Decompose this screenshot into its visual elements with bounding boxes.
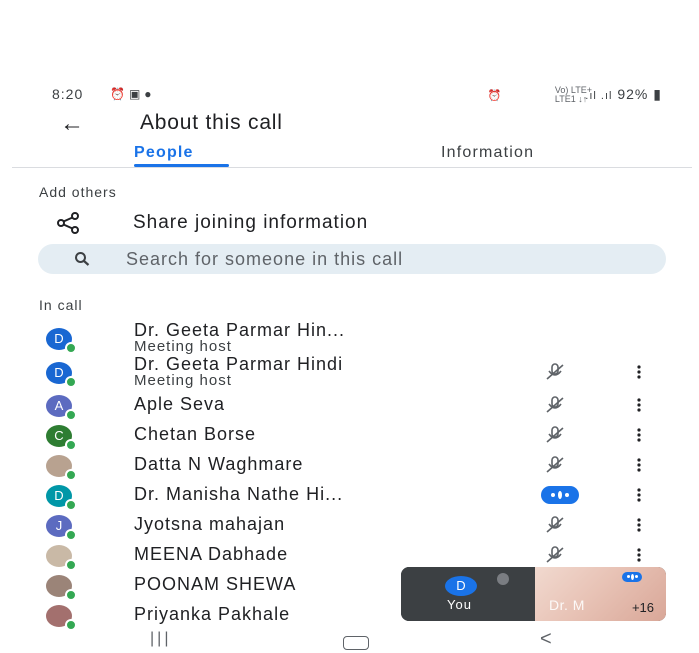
more-options-icon[interactable] — [636, 397, 642, 413]
mic-off-icon — [546, 516, 564, 533]
share-joining-info-button[interactable]: Share joining information — [133, 212, 368, 234]
online-indicator — [65, 376, 77, 388]
participant-row[interactable]: J Jyotsna mahajan — [0, 512, 699, 542]
page-title: About this call — [140, 111, 283, 134]
status-notification-icons: ⏰▣● — [110, 87, 156, 101]
online-indicator — [65, 342, 77, 354]
battery-level: 92% — [617, 86, 649, 102]
avatar — [46, 545, 77, 571]
participant-name: Dr. Manisha Nathe Hi... — [134, 484, 344, 504]
mic-off-icon — [546, 363, 564, 380]
online-indicator — [65, 469, 77, 481]
avatar: C — [46, 425, 77, 451]
more-options-icon[interactable] — [636, 517, 642, 533]
recent-apps-icon[interactable]: ||| — [150, 630, 171, 648]
mic-off-icon — [546, 426, 564, 443]
online-indicator — [65, 529, 77, 541]
status-bar: 8:20 ⏰▣● Vo) LTE+ LTE1 ↓↑ ⏰ .ıl .ıl 92% … — [52, 86, 662, 106]
avatar — [46, 455, 77, 481]
avatar — [46, 575, 77, 601]
online-indicator — [65, 619, 77, 631]
you-label: You — [447, 597, 472, 612]
battery-icon: ▮ — [653, 86, 662, 102]
self-view-tile[interactable]: D You Dr. M +16 — [401, 567, 666, 621]
more-options-icon[interactable] — [636, 547, 642, 563]
avatar: D — [46, 328, 77, 354]
extra-participants-count: +16 — [631, 600, 654, 615]
participant-name: POONAM SHEWA — [134, 574, 297, 594]
avatar: A — [46, 395, 77, 421]
more-options-icon[interactable] — [636, 364, 642, 380]
more-options-icon[interactable] — [636, 457, 642, 473]
status-time: 8:20 — [52, 86, 84, 102]
more-options-icon[interactable] — [636, 487, 642, 503]
participant-row[interactable]: D Dr. Manisha Nathe Hi... — [0, 482, 699, 512]
alarm-icon: ⏰ — [487, 90, 503, 102]
back-arrow-icon[interactable]: ← — [60, 110, 84, 138]
online-indicator — [65, 439, 77, 451]
more-options-icon[interactable] — [636, 427, 642, 443]
signal-icon: .ıl .ıl — [585, 90, 613, 102]
speaker-video-label: Dr. M — [549, 597, 585, 613]
alarm-icon: ⏰ — [110, 87, 129, 101]
participant-name: Jyotsna mahajan — [134, 514, 286, 534]
participant-role: Meeting host — [134, 372, 232, 389]
participant-search-input[interactable]: Search for someone in this call — [38, 244, 666, 274]
participant-name: Chetan Borse — [134, 424, 257, 444]
tab-divider — [12, 167, 692, 168]
status-right: ⏰ .ıl .ıl 92% ▮ — [488, 86, 662, 103]
participant-role: Meeting host — [134, 338, 232, 355]
online-indicator — [65, 499, 77, 511]
avatar — [46, 605, 77, 631]
tab-information[interactable]: Information — [441, 144, 534, 162]
home-icon[interactable] — [343, 636, 369, 650]
avatar: D — [46, 485, 77, 511]
chat-icon: ● — [144, 87, 156, 101]
mic-off-icon — [497, 573, 509, 585]
participant-row[interactable]: D Dr. Geeta Parmar Hin... Meeting host — [0, 320, 699, 355]
online-indicator — [65, 589, 77, 601]
tab-people[interactable]: People — [134, 144, 194, 162]
online-indicator — [65, 559, 77, 571]
mic-off-icon — [546, 456, 564, 473]
in-call-label: In call — [39, 297, 83, 313]
avatar: D — [445, 576, 477, 596]
participant-row[interactable]: D Dr. Geeta Parmar Hindi Meeting host — [0, 354, 699, 389]
you-tile: D You — [401, 567, 535, 621]
participant-name: MEENA Dabhade — [134, 544, 289, 564]
participant-name: Datta N Waghmare — [134, 454, 304, 474]
speaking-indicator-icon — [622, 572, 642, 582]
speaker-video: Dr. M +16 — [535, 567, 666, 621]
speaking-indicator-icon — [541, 486, 579, 504]
mic-off-icon — [546, 396, 564, 413]
online-indicator — [65, 409, 77, 421]
participant-row[interactable]: A Aple Seva — [0, 392, 699, 422]
image-icon: ▣ — [128, 87, 145, 101]
add-others-label: Add others — [39, 184, 117, 200]
mic-off-icon — [546, 546, 564, 563]
participant-row[interactable]: Datta N Waghmare — [0, 452, 699, 482]
participant-name: Priyanka Pakhale — [134, 604, 291, 624]
share-icon[interactable] — [55, 212, 81, 234]
participant-row[interactable]: C Chetan Borse — [0, 422, 699, 452]
nav-back-icon[interactable]: < — [540, 628, 552, 651]
avatar: D — [46, 362, 77, 388]
avatar: J — [46, 515, 77, 541]
search-icon — [75, 252, 90, 266]
search-placeholder: Search for someone in this call — [126, 249, 404, 269]
participant-name: Aple Seva — [134, 394, 226, 414]
